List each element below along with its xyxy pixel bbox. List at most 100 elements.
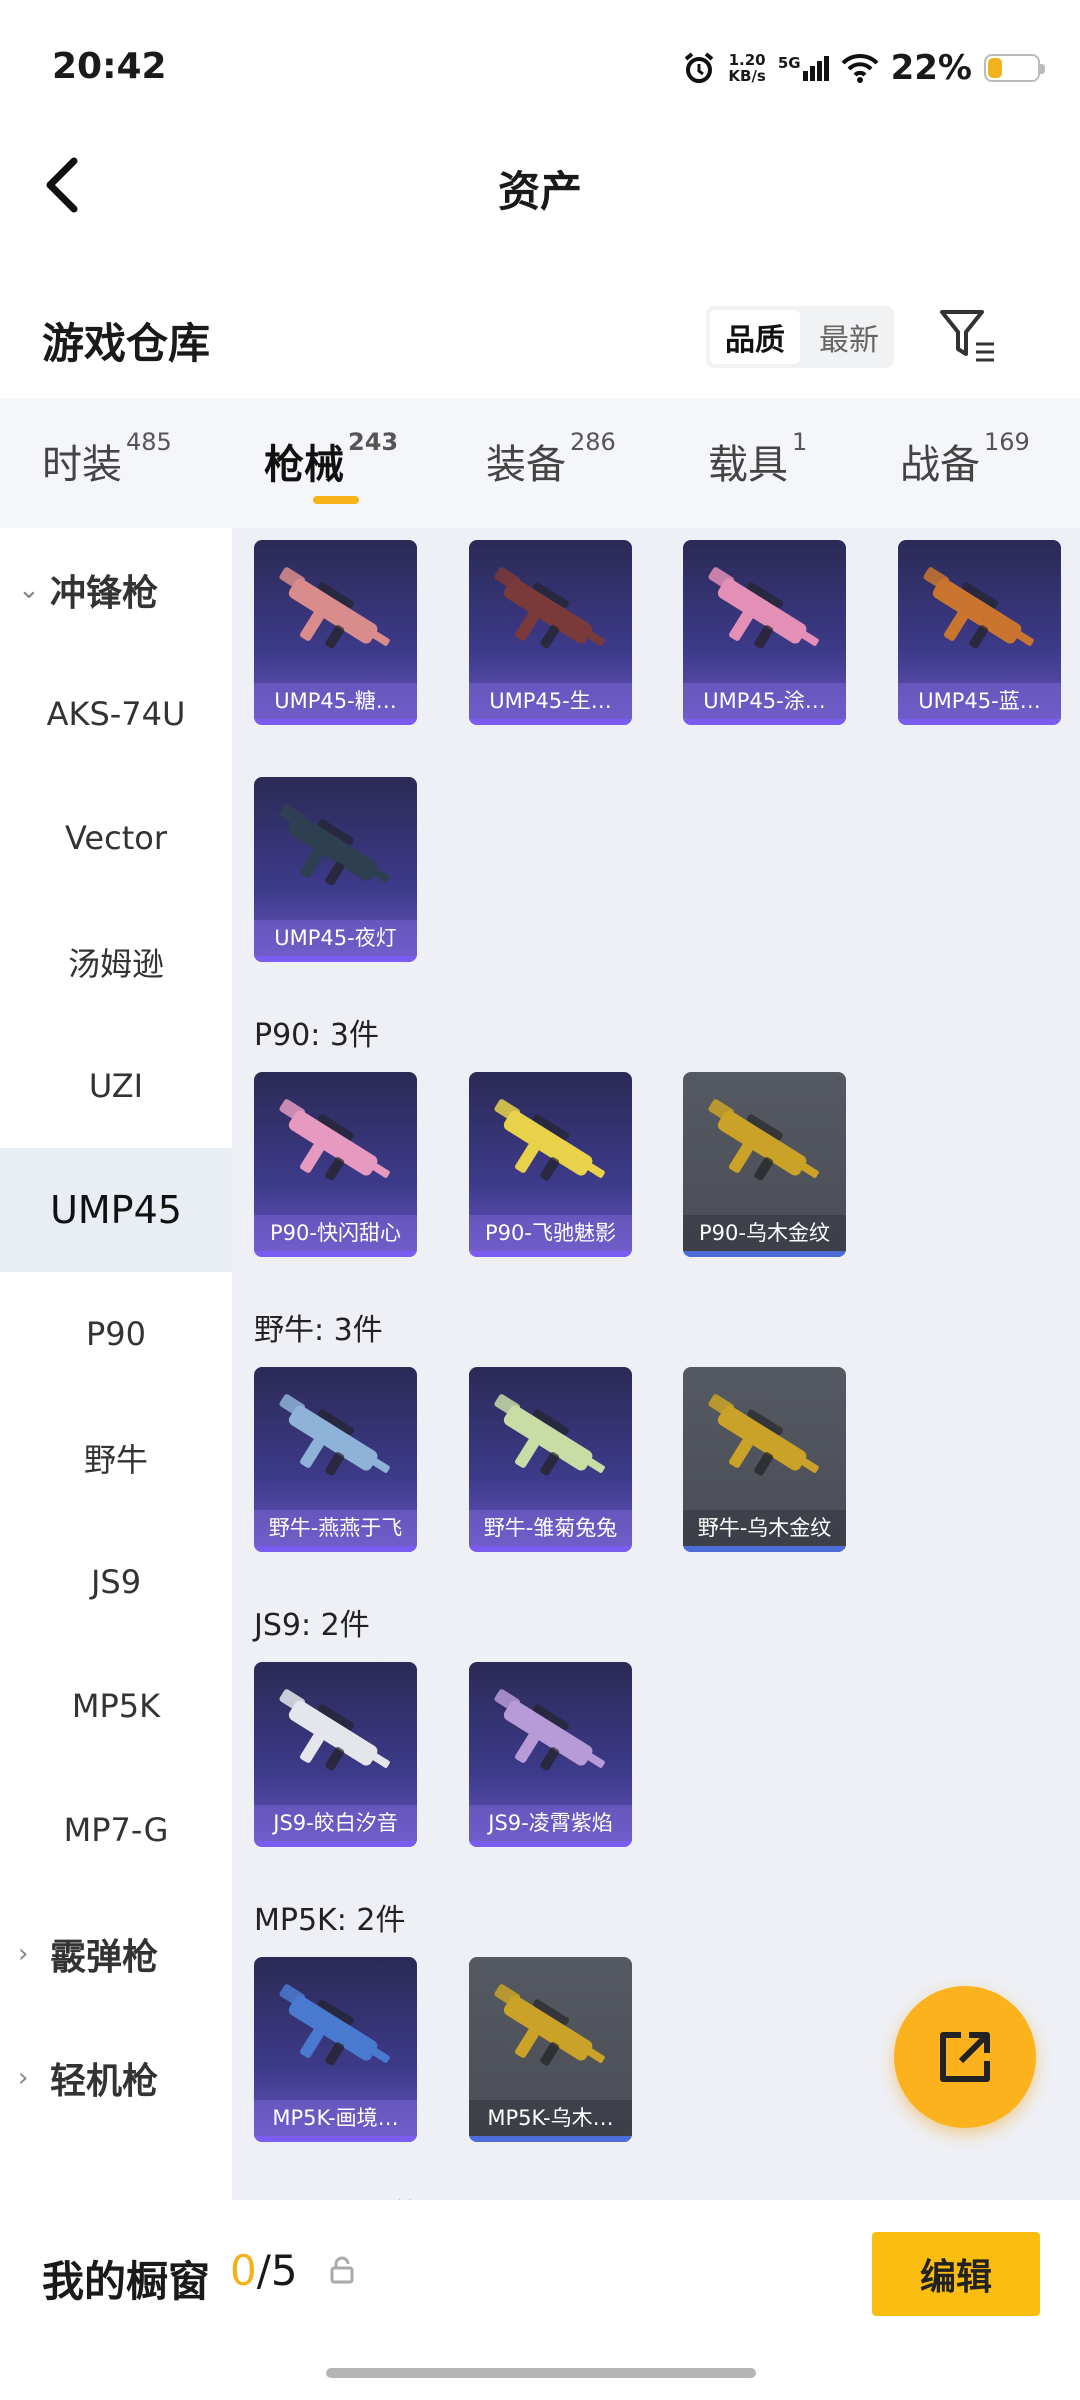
item-label: MP5K-乌木… <box>469 2100 632 2136</box>
group-title: P90: 3件 <box>254 1018 379 1053</box>
gun-icon <box>279 1394 390 1476</box>
item-tile[interactable]: MP5K-画境… <box>254 1957 417 2142</box>
rarity-bar <box>469 1841 632 1847</box>
item-label: UMP45-生… <box>469 683 632 719</box>
cell-signal-icon: 5G <box>778 55 829 81</box>
tab-supplies[interactable]: 战备 169 <box>900 428 1030 490</box>
edit-button[interactable]: 编辑 <box>872 2232 1040 2316</box>
item-tile[interactable]: 野牛-乌木金纹 <box>683 1367 846 1552</box>
battery-icon <box>984 54 1045 82</box>
rarity-bar <box>469 2136 632 2142</box>
chevron-right-icon: › <box>18 2063 29 2093</box>
rarity-bar <box>898 719 1061 725</box>
item-label: 野牛-燕燕于飞 <box>254 1510 417 1546</box>
sidebar-item-mp5k[interactable]: MP5K <box>0 1644 232 1768</box>
item-label: UMP45-夜灯 <box>254 920 417 956</box>
gun-icon <box>923 567 1034 649</box>
item-tile[interactable]: UMP45-糖… <box>254 540 417 725</box>
gun-icon <box>494 567 605 649</box>
page-title: 资产 <box>497 167 582 216</box>
item-tile[interactable]: JS9-凌霄紫焰 <box>469 1662 632 1847</box>
item-tile[interactable]: P90-乌木金纹 <box>683 1072 846 1257</box>
sort-option-quality[interactable]: 品质 <box>710 310 800 364</box>
group-title: JS9: 2件 <box>254 1608 370 1643</box>
item-tile[interactable]: JS9-皎白汐音 <box>254 1662 417 1847</box>
share-icon <box>940 2032 990 2082</box>
share-fab-button[interactable] <box>894 1986 1036 2128</box>
tab-vehicles[interactable]: 载具 1 <box>708 428 807 490</box>
item-tile[interactable]: P90-飞驰魅影 <box>469 1072 632 1257</box>
item-label: UMP45-蓝… <box>898 683 1061 719</box>
showcase-label: 我的橱窗 <box>42 2257 211 2306</box>
rarity-bar <box>254 956 417 962</box>
rarity-bar <box>469 1546 632 1552</box>
item-label: P90-乌木金纹 <box>683 1215 846 1251</box>
gun-icon <box>494 1394 605 1476</box>
sidebar-item-vector[interactable]: Vector <box>0 776 232 900</box>
rarity-bar <box>469 719 632 725</box>
sidebar-item-thompson[interactable]: 汤姆逊 <box>0 900 232 1024</box>
item-label: P90-快闪甜心 <box>254 1215 417 1251</box>
filter-icon <box>940 310 994 362</box>
item-tile[interactable]: UMP45-蓝… <box>898 540 1061 725</box>
sidebar-category-shotgun[interactable]: › 霰弹枪 <box>0 1892 232 2016</box>
home-indicator[interactable] <box>326 2368 756 2378</box>
item-label: 野牛-雏菊兔兔 <box>469 1510 632 1546</box>
sort-option-newest[interactable]: 最新 <box>804 306 894 368</box>
item-tile[interactable]: P90-快闪甜心 <box>254 1072 417 1257</box>
tab-equipment[interactable]: 装备 286 <box>486 428 616 490</box>
group-title: 野牛: 3件 <box>254 1313 383 1348</box>
group-title: MP5K: 2件 <box>254 1903 406 1938</box>
rarity-bar <box>683 719 846 725</box>
sidebar-item-js9[interactable]: JS9 <box>0 1520 232 1644</box>
tab-firearms[interactable]: 枪械 243 <box>264 428 398 490</box>
item-tile[interactable]: MP5K-乌木… <box>469 1957 632 2142</box>
gun-icon <box>279 1099 390 1181</box>
group-title: MP7-G: 1件 <box>254 2190 421 2200</box>
sidebar-item-bizon[interactable]: 野牛 <box>0 1396 232 1520</box>
sidebar-item-ump45[interactable]: UMP45 <box>0 1148 232 1272</box>
sidebar-category-smg[interactable]: ⌄ 冲锋枪 <box>0 528 232 652</box>
gun-icon <box>494 1984 605 2066</box>
gun-icon <box>708 1394 819 1476</box>
item-tile[interactable]: 野牛-燕燕于飞 <box>254 1367 417 1552</box>
alarm-icon <box>685 52 714 83</box>
rarity-bar <box>683 1546 846 1552</box>
filter-button[interactable] <box>938 308 998 364</box>
gun-icon <box>708 567 819 649</box>
chevron-right-icon: › <box>18 1939 29 1969</box>
sort-toggle: 品质 最新 <box>706 306 894 368</box>
gun-icon <box>494 1099 605 1181</box>
sidebar-item-uzi[interactable]: UZI <box>0 1024 232 1148</box>
status-time: 20:42 <box>52 46 167 87</box>
category-tabs: 时装 485 枪械 243 装备 286 载具 1 战备 169 <box>0 398 1080 528</box>
item-label: MP5K-画境… <box>254 2100 417 2136</box>
tab-fashion[interactable]: 时装 485 <box>42 428 172 490</box>
sidebar-item-mp7g[interactable]: MP7-G <box>0 1768 232 1892</box>
rarity-bar <box>254 1841 417 1847</box>
item-tile[interactable]: UMP45-涂… <box>683 540 846 725</box>
rarity-bar <box>254 1546 417 1552</box>
item-tile[interactable]: UMP45-生… <box>469 540 632 725</box>
sidebar-item-aks74u[interactable]: AKS-74U <box>0 652 232 776</box>
status-icons: 1.20 KB/s 5G 22% <box>682 48 1045 88</box>
chevron-down-icon: ⌄ <box>18 575 40 605</box>
item-tile[interactable]: UMP45-夜灯 <box>254 777 417 962</box>
gun-icon <box>279 1689 390 1771</box>
net-speed: 1.20 KB/s <box>728 51 766 85</box>
gun-icon <box>279 567 390 649</box>
gun-icon <box>279 804 390 886</box>
item-label: UMP45-涂… <box>683 683 846 719</box>
gun-icon <box>494 1689 605 1771</box>
item-tile[interactable]: 野牛-雏菊兔兔 <box>469 1367 632 1552</box>
rarity-bar <box>254 1251 417 1257</box>
showcase-count: 0/5 <box>230 2246 298 2295</box>
weapon-sidebar: ⌄ 冲锋枪 AKS-74U Vector 汤姆逊 UZI UMP45 P90 野牛… <box>0 528 232 2200</box>
sidebar-item-p90[interactable]: P90 <box>0 1272 232 1396</box>
gun-icon <box>279 1984 390 2066</box>
sidebar-category-lmg[interactable]: › 轻机枪 <box>0 2016 232 2140</box>
battery-percent: 22% <box>890 48 972 88</box>
gun-icon <box>708 1099 819 1181</box>
rarity-bar <box>683 1251 846 1257</box>
section-title: 游戏仓库 <box>42 319 211 368</box>
